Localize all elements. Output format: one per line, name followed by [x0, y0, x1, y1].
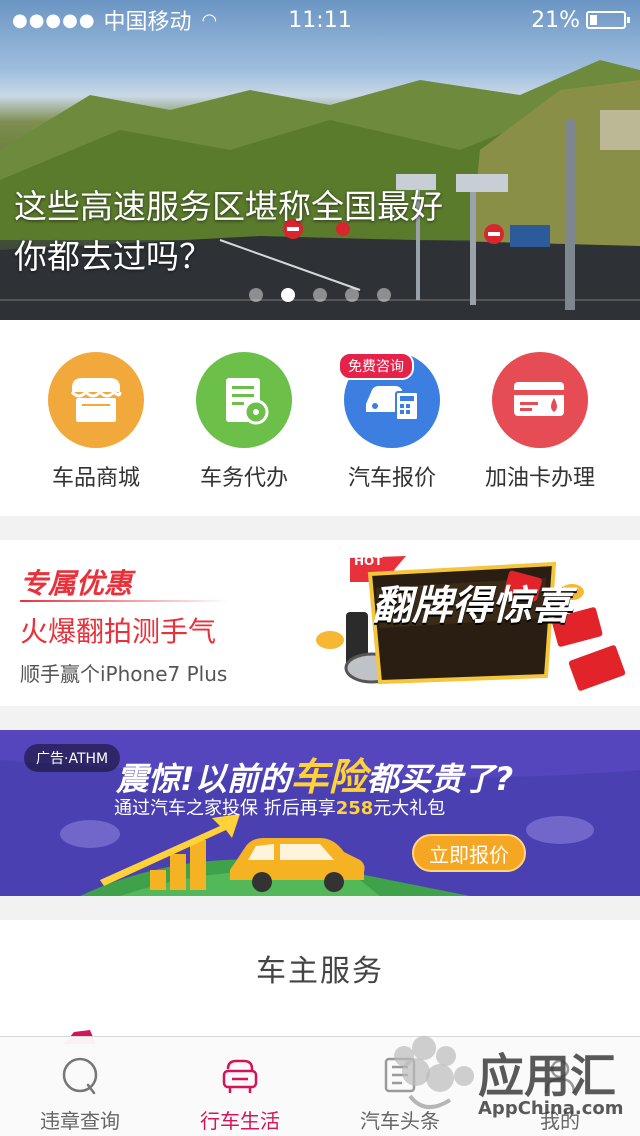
service-label: 汽车报价 — [347, 466, 436, 491]
fuel-card-icon — [492, 352, 588, 448]
section-title: 车主服务 — [256, 954, 384, 989]
shop-icon — [48, 352, 144, 448]
wifi-icon: ◠ — [201, 9, 218, 31]
insurance-ad[interactable]: 广告·ATHM 震惊!以前的车险都买贵了? 通过汽车之家投保 折后再享258元大… — [0, 730, 640, 896]
promo-art-title-text: 翻牌得惊喜 — [372, 583, 572, 629]
battery-icon — [586, 11, 630, 29]
signal-icon: ●●●●● — [12, 9, 96, 31]
hero-title[interactable]: 这些高速服务区堪称全国最好 你都去过吗？ — [14, 182, 474, 282]
promo-subtitle: 顺手赢个iPhone7 Plus — [20, 662, 228, 686]
free-consult-badge: 免费咨询 — [338, 352, 414, 380]
status-bar: ●●●●● 中国移动 ◠ 11:11 21% — [0, 0, 640, 40]
ad-subtitle-text: 元大礼包 — [373, 798, 446, 819]
service-fuel-card[interactable]: 加油卡办理 — [466, 320, 614, 516]
ad-label: 广告·ATHM — [24, 744, 121, 772]
carrier-name: 中国移动 — [103, 10, 192, 35]
ad-subtitle-text: 通过汽车之家投保 折后再享 — [114, 798, 336, 819]
ad-headline: 震惊!以前的车险都买贵了? — [116, 746, 513, 801]
service-agency[interactable]: 车务代办 — [170, 320, 318, 516]
service-shop[interactable]: 车品商城 — [22, 320, 170, 516]
battery-level — [590, 15, 597, 25]
promo-banner[interactable]: 专属优惠 火爆翻拍测手气 顺手赢个iPhone7 Plus 翻牌得惊喜 HOT — [0, 540, 640, 706]
service-label: 车品商城 — [51, 466, 140, 491]
hero-banner[interactable]: ●●●●● 中国移动 ◠ 11:11 21% 这些高速服务区堪称全国最好 你都去… — [0, 0, 640, 320]
search-icon — [62, 1057, 98, 1095]
pager-dot[interactable] — [345, 288, 359, 302]
pager-dot[interactable] — [281, 288, 295, 302]
ad-subtitle-highlight: 258 — [335, 798, 374, 819]
document-icon — [196, 352, 292, 448]
quick-services: 车品商城 车务代办 免费咨询 汽车报价 加油卡办理 — [0, 320, 640, 516]
pager-dot[interactable] — [249, 288, 263, 302]
ad-headline-highlight: 车险 — [290, 755, 367, 799]
ad-headline-text: 都买贵了? — [366, 760, 514, 798]
hero-pager[interactable] — [0, 288, 640, 302]
tab-label: 行车生活 — [200, 1109, 280, 1133]
car-life-icon — [222, 1059, 258, 1093]
pager-dot[interactable] — [377, 288, 391, 302]
ad-subtitle: 通过汽车之家投保 折后再享258元大礼包 — [114, 794, 445, 820]
quote-now-button[interactable]: 立即报价 — [412, 834, 526, 872]
watermark-subtext: AppChina.com — [478, 1098, 624, 1119]
app-screen: ●●●●● 中国移动 ◠ 11:11 21% 这些高速服务区堪称全国最好 你都去… — [0, 0, 640, 1136]
service-quote[interactable]: 免费咨询 汽车报价 — [318, 320, 466, 516]
ad-headline-text: 震惊!以前的 — [116, 760, 291, 798]
tab-violation-query[interactable]: 违章查询 — [0, 1037, 160, 1136]
battery-percent: 21% — [531, 7, 580, 33]
watermark-text: 应用汇 — [478, 1049, 616, 1103]
promo-title: 火爆翻拍测手气 — [20, 615, 217, 648]
pager-dot[interactable] — [313, 288, 327, 302]
promo-tag: 专属优惠 — [20, 567, 133, 600]
promo-ribbon: HOT — [354, 554, 383, 568]
tab-label: 违章查询 — [40, 1109, 120, 1133]
promo-divider — [20, 600, 230, 602]
service-label: 车务代办 — [199, 466, 288, 491]
promo-art-title: 翻牌得惊喜 — [372, 582, 572, 630]
tab-driving-life[interactable]: 行车生活 — [160, 1037, 320, 1136]
service-label: 加油卡办理 — [484, 466, 595, 491]
